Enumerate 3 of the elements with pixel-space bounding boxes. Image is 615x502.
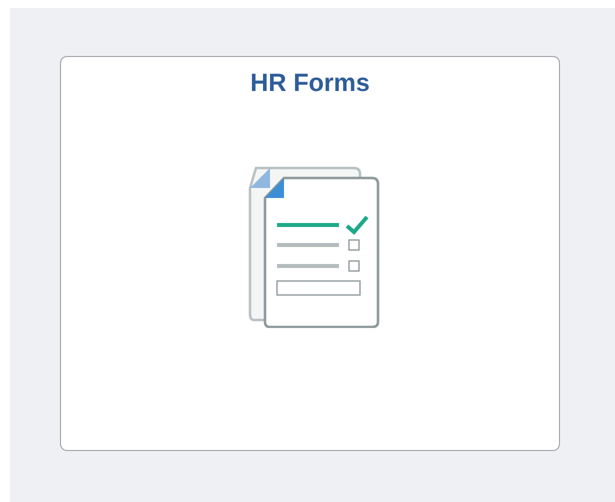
form-checklist-icon xyxy=(246,166,380,328)
hr-forms-tile[interactable]: HR Forms xyxy=(60,56,560,451)
tile-title: HR Forms xyxy=(250,69,370,98)
